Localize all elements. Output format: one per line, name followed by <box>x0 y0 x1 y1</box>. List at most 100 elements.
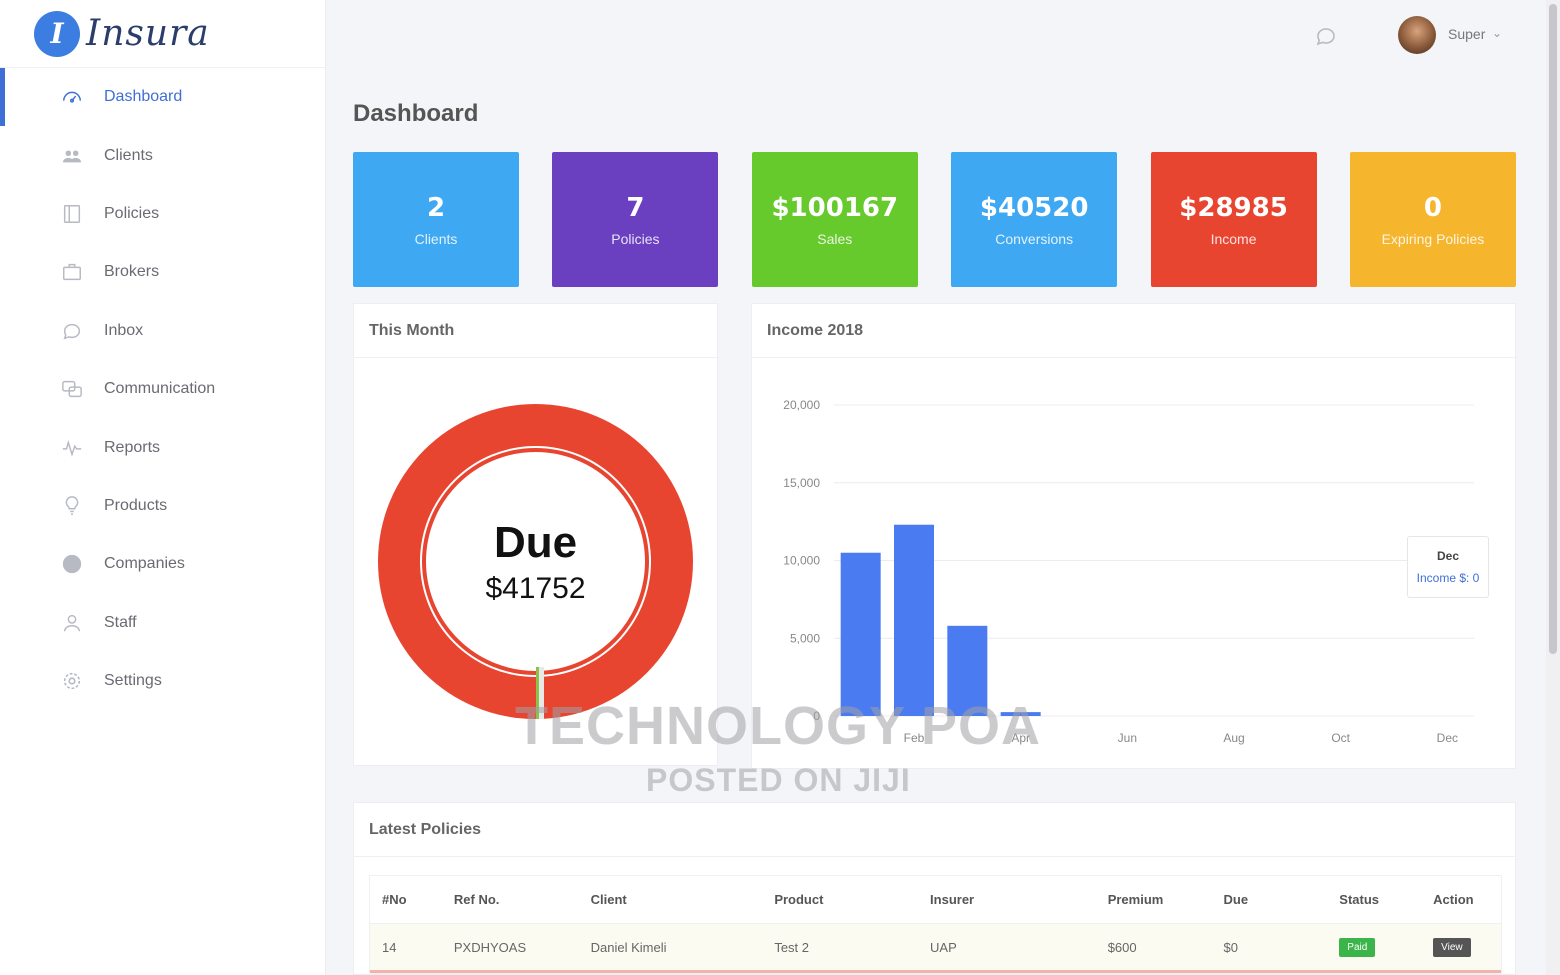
column-header[interactable]: Insurer <box>918 892 1096 907</box>
scrollbar[interactable] <box>1546 0 1560 975</box>
chart-bar[interactable] <box>840 552 881 716</box>
sidebar-item-label: Dashboard <box>104 88 183 106</box>
sidebar-item-label: Staff <box>104 613 137 631</box>
person-icon <box>60 611 84 635</box>
sidebar-item-settings[interactable]: Settings <box>0 652 325 710</box>
stat-card-clients[interactable]: 2 Clients <box>353 152 519 287</box>
chart-bar[interactable] <box>1000 712 1041 716</box>
x-tick-label: Oct <box>1331 731 1350 745</box>
stat-card-expiring-policies[interactable]: 0 Expiring Policies <box>1349 152 1516 287</box>
scrollbar-thumb[interactable] <box>1549 4 1557 654</box>
globe-icon <box>60 552 84 576</box>
comments-icon <box>60 377 84 401</box>
table-row[interactable]: 14 PXDHYOAS Daniel Kimeli Test 2 UAP $60… <box>370 924 1501 973</box>
sidebar-item-clients[interactable]: Clients <box>0 126 325 184</box>
sidebar-item-label: Products <box>104 496 168 514</box>
sidebar-item-policies[interactable]: Policies <box>0 185 325 243</box>
y-tick-label: 10,000 <box>783 554 820 568</box>
sidebar-nav: Dashboard Clients Policies Brokers Inbox <box>0 68 325 710</box>
column-header[interactable]: Product <box>762 892 918 907</box>
chat-bubble-icon <box>60 319 84 343</box>
sidebar-item-label: Brokers <box>104 263 160 281</box>
briefcase-icon <box>60 260 84 284</box>
cell-status: Paid <box>1327 937 1421 957</box>
column-header[interactable]: Ref No. <box>442 892 579 907</box>
stat-value: $40520 <box>979 192 1089 223</box>
tooltip-title: Dec <box>1436 549 1459 563</box>
sidebar-item-label: Inbox <box>104 321 144 339</box>
stat-card-income[interactable]: $28985 Income <box>1150 152 1317 287</box>
income-bar-chart: 0 5,000 10,000 15,000 20,000 Feb Apr Jun Aug Oct D… <box>783 398 1474 745</box>
chat-icon[interactable] <box>1314 24 1338 48</box>
page-title: Dashboard <box>353 100 479 127</box>
column-header[interactable]: Client <box>579 892 763 907</box>
sidebar-item-products[interactable]: Products <box>0 477 325 535</box>
sidebar-item-label: Settings <box>104 672 162 690</box>
stat-value: $100167 <box>771 192 899 223</box>
view-button[interactable]: View <box>1433 937 1471 957</box>
sidebar-item-companies[interactable]: Companies <box>0 535 325 593</box>
stat-value: $28985 <box>1179 192 1288 223</box>
cell-premium: $600 <box>1107 939 1137 955</box>
column-header[interactable]: Premium <box>1096 892 1212 907</box>
cell-action: View <box>1421 937 1501 957</box>
stat-card-sales[interactable]: $100167 Sales <box>751 152 918 287</box>
x-tick-label: Aug <box>1223 731 1244 745</box>
chevron-down-icon[interactable]: ⌄ <box>1492 26 1502 40</box>
avatar[interactable] <box>1398 16 1436 54</box>
sidebar-item-label: Clients <box>104 146 153 164</box>
this-month-panel: This Month Due $41752 <box>353 303 718 766</box>
sidebar-item-inbox[interactable]: Inbox <box>0 302 325 360</box>
chart-bar[interactable] <box>947 625 988 716</box>
stat-value: 7 <box>626 192 645 223</box>
lightbulb-icon <box>60 494 84 518</box>
cell-insurer: UAP <box>930 939 957 955</box>
latest-policies-panel: Latest Policies #No Ref No. Client Produ… <box>353 802 1516 975</box>
chart-bar[interactable] <box>894 524 934 716</box>
stat-card-policies[interactable]: 7 Policies <box>552 152 719 287</box>
stat-label: Policies <box>611 230 660 247</box>
sidebar-item-label: Communication <box>104 380 216 398</box>
tooltip-value: Income $: 0 <box>1416 571 1480 585</box>
y-tick-label: 0 <box>813 709 820 723</box>
donut-amount: $41752 <box>485 571 586 605</box>
donut-center: Due $41752 <box>426 452 645 671</box>
column-header[interactable]: Status <box>1327 892 1421 907</box>
donut-segment-minor <box>536 667 544 719</box>
column-header[interactable]: Action <box>1421 892 1501 907</box>
table-head: #No Ref No. Client Product Insurer Premi… <box>370 876 1501 924</box>
sidebar-item-communication[interactable]: Communication <box>0 360 325 418</box>
sidebar: I Insura Dashboard Clients Policies Brok… <box>0 0 326 975</box>
stat-label: Clients <box>414 230 458 247</box>
topbar: Super ⌄ <box>326 0 1546 68</box>
gauge-icon <box>60 85 84 109</box>
panel-title: This Month <box>354 304 717 358</box>
y-tick-label: 5,000 <box>790 631 820 645</box>
policies-table: #No Ref No. Client Product Insurer Premi… <box>369 875 1502 974</box>
column-header[interactable]: Due <box>1212 892 1328 907</box>
stat-value: 2 <box>426 192 446 223</box>
table-header-row: #No Ref No. Client Product Insurer Premi… <box>370 876 1501 924</box>
brand[interactable]: I Insura <box>0 0 325 68</box>
stat-card-conversions[interactable]: $40520 Conversions <box>951 152 1118 287</box>
chart-title: Income 2018 <box>752 304 1515 358</box>
pulse-icon <box>60 436 84 460</box>
gear-icon <box>60 669 84 693</box>
income-panel: Income 2018 0 5,000 10,000 15,000 20,000 Feb A… <box>751 303 1516 769</box>
logo-icon: I <box>34 10 80 57</box>
sidebar-item-dashboard[interactable]: Dashboard <box>0 68 325 127</box>
panel-title: Latest Policies <box>354 803 1515 857</box>
status-badge[interactable]: Paid <box>1339 937 1376 957</box>
sidebar-item-label: Reports <box>104 438 161 456</box>
user-name[interactable]: Super <box>1448 26 1485 42</box>
column-header[interactable]: #No <box>370 892 442 907</box>
x-tick-label: Dec <box>1437 731 1458 745</box>
stat-label: Sales <box>817 230 853 247</box>
sidebar-item-staff[interactable]: Staff <box>0 594 325 652</box>
book-icon <box>60 202 84 226</box>
sidebar-item-reports[interactable]: Reports <box>0 418 325 476</box>
x-tick-label: Jun <box>1118 731 1137 745</box>
table-body: 14 PXDHYOAS Daniel Kimeli Test 2 UAP $60… <box>370 924 1501 973</box>
y-tick-label: 15,000 <box>783 476 820 490</box>
sidebar-item-brokers[interactable]: Brokers <box>0 243 325 301</box>
